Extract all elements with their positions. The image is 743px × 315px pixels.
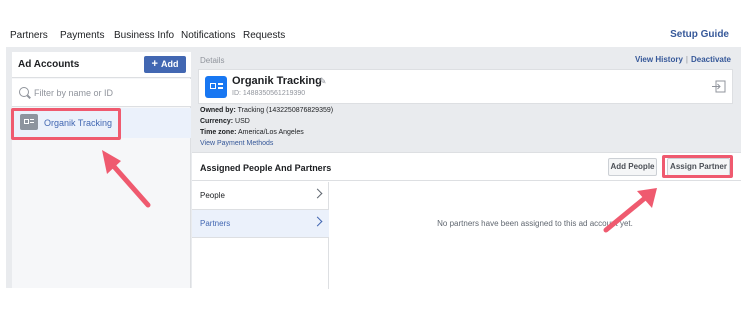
account-meta: Owned by: Tracking (1432250876829359) Cu… xyxy=(200,107,333,151)
search-icon xyxy=(19,87,29,97)
tab-notifications[interactable]: Notifications xyxy=(181,31,235,41)
history-links: View History | Deactivate xyxy=(635,55,731,64)
tab-label: Partners xyxy=(200,219,231,228)
account-id: ID: 1488350561219390 xyxy=(232,90,306,97)
add-button-label: Add xyxy=(160,59,179,69)
currency-row: Currency: USD xyxy=(200,118,250,125)
tab-partners[interactable]: Partners xyxy=(10,31,48,41)
empty-state-message: No partners have been assigned to this a… xyxy=(437,219,633,228)
sidebar-item-label: Organik Tracking xyxy=(44,118,113,128)
assigned-header: Assigned People And Partners Add People … xyxy=(192,153,741,181)
account-name: Organik Tracking xyxy=(232,75,322,87)
top-nav: Partners Payments Business Info Notifica… xyxy=(0,0,743,46)
ad-accounts-header: Ad Accounts + Add xyxy=(12,52,191,78)
view-payment-methods-link[interactable]: View Payment Methods xyxy=(200,140,333,148)
tab-business-info[interactable]: Business Info xyxy=(114,31,174,41)
pencil-icon[interactable]: ✎ xyxy=(319,76,329,86)
owned-by-row: Owned by: Tracking (1432250876829359) xyxy=(200,107,334,114)
setup-guide-link[interactable]: Setup Guide xyxy=(670,29,729,40)
add-people-button[interactable]: Add People xyxy=(608,158,657,176)
add-account-button[interactable]: + Add xyxy=(144,56,186,73)
tab-partners-assigned[interactable]: Partners xyxy=(192,210,329,238)
timezone-row: Time zone: America/Los Angeles xyxy=(200,129,304,136)
assigned-section: Assigned People And Partners Add People … xyxy=(192,152,741,289)
ad-account-icon xyxy=(20,114,38,130)
exit-icon[interactable] xyxy=(712,80,726,93)
link-separator: | xyxy=(685,55,688,64)
tab-label: People xyxy=(200,191,225,200)
details-panel: Details View History | Deactivate Organik … xyxy=(192,52,741,289)
view-history-link[interactable]: View History xyxy=(635,55,683,64)
sidebar-item-organik-tracking[interactable]: Organik Tracking xyxy=(12,108,191,138)
assigned-title: Assigned People And Partners xyxy=(200,163,332,173)
filter-input[interactable] xyxy=(34,85,184,101)
tab-requests[interactable]: Requests xyxy=(243,31,285,41)
chevron-right-icon xyxy=(312,216,323,227)
assign-partner-button[interactable]: Assign Partner xyxy=(667,158,730,176)
assigned-tabs: People Partners xyxy=(192,182,329,289)
chevron-right-icon xyxy=(312,188,323,199)
ad-accounts-title: Ad Accounts xyxy=(18,59,80,70)
plus-icon: + xyxy=(151,58,158,70)
deactivate-link[interactable]: Deactivate xyxy=(691,55,731,64)
ad-accounts-panel: Ad Accounts +Add Organik Tracking xyxy=(12,52,191,288)
tab-payments[interactable]: Payments xyxy=(60,31,104,41)
tab-people[interactable]: People xyxy=(192,182,329,210)
filter-bar xyxy=(12,79,191,107)
account-card: Organik Tracking ✎ ID: 1488350561219390 xyxy=(198,69,733,104)
details-label: Details xyxy=(200,56,225,65)
ad-account-icon xyxy=(205,76,227,98)
